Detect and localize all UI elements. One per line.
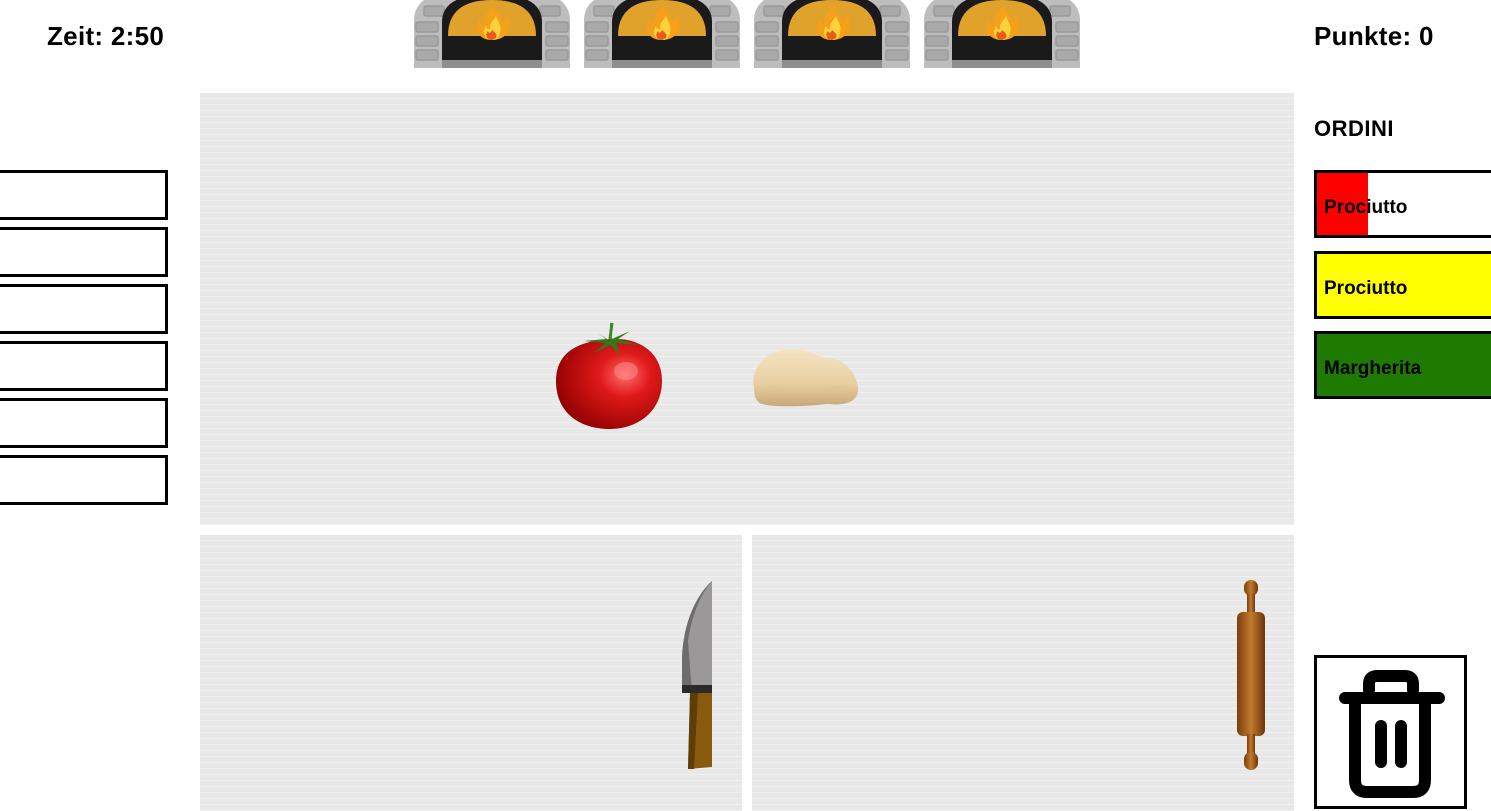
dough-icon[interactable] [748,346,860,413]
ingredient-slot[interactable] [0,398,168,448]
oven-icon [924,0,1080,68]
oven-1[interactable] [412,0,572,68]
main-counter[interactable] [200,93,1294,525]
trash-button[interactable] [1314,655,1467,809]
rolling-counter[interactable] [752,535,1294,811]
oven-icon [584,0,740,68]
knife-icon[interactable] [680,581,712,774]
order-card[interactable]: Margherita [1314,331,1491,399]
order-name: Margherita [1324,358,1422,379]
ingredient-slot[interactable] [0,455,168,505]
oven-icon [754,0,910,68]
cutting-counter[interactable] [200,535,742,811]
order-card[interactable]: Prociutto [1314,170,1491,238]
score: Punkte: 0 [1314,21,1434,51]
oven-2[interactable] [582,0,742,68]
timer: Zeit: 2:50 [47,21,165,51]
order-name: Prociutto [1324,278,1408,299]
ingredient-slot[interactable] [0,284,168,334]
orders-title: ORDINI [1314,116,1394,141]
ingredient-slot[interactable] [0,170,168,220]
oven-4[interactable] [922,0,1082,68]
ingredient-slot[interactable]: ne [0,341,168,391]
order-name: Prociutto [1324,197,1408,218]
oven-icon [414,0,570,68]
trash-icon [1339,670,1445,798]
tomato-icon[interactable] [554,319,666,436]
order-card[interactable]: Prociutto [1314,251,1491,319]
oven-3[interactable] [752,0,912,68]
ingredient-slot[interactable] [0,227,168,277]
rolling-pin-icon[interactable] [1234,580,1268,775]
